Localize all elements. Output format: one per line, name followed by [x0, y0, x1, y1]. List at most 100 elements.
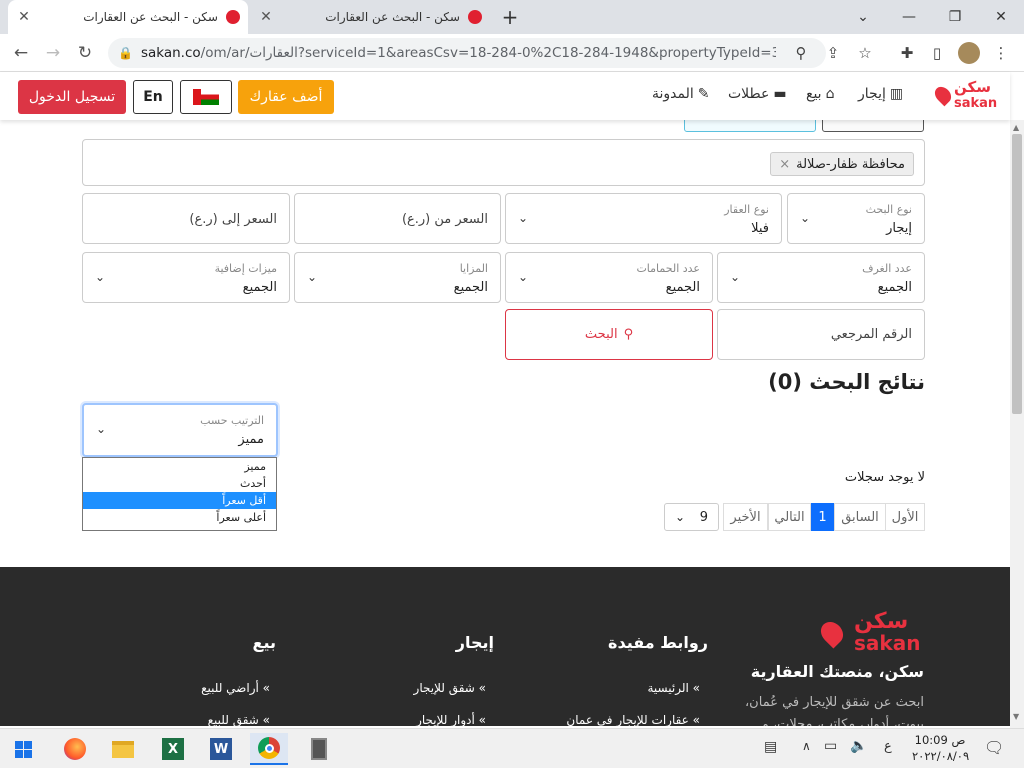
scrollbar-thumb[interactable]	[1012, 134, 1022, 414]
reload-icon[interactable]: ↻	[70, 38, 100, 68]
side-panel-icon[interactable]: ▯	[922, 38, 952, 68]
remove-tag-icon[interactable]: ×	[779, 157, 790, 172]
search-type-select[interactable]: نوع البحث إيجار ⌄	[787, 193, 925, 244]
sakan-logo[interactable]: سكن sakan	[930, 78, 1000, 114]
sort-option[interactable]: أحدث	[83, 475, 276, 492]
property-type-select[interactable]: نوع العقار فيلا ⌄	[505, 193, 782, 244]
tray-chevron-icon[interactable]: ∧	[802, 739, 811, 753]
zoom-icon[interactable]: ⚲	[786, 38, 816, 68]
reference-input[interactable]: الرقم المرجعي	[717, 309, 925, 360]
chrome-icon[interactable]	[250, 733, 288, 765]
footer-link[interactable]: » شقق للإيجار	[414, 681, 486, 695]
minimize-icon[interactable]: —	[886, 0, 932, 34]
bed-icon: ▬	[773, 86, 787, 102]
excel-icon[interactable]: X	[154, 733, 192, 765]
sort-option[interactable]: أعلى سعراً	[83, 509, 276, 526]
price-from-input[interactable]: السعر من (ر.ع)	[294, 193, 501, 244]
search-button[interactable]: ⚲ البحث	[505, 309, 713, 360]
firefox-icon[interactable]	[56, 733, 94, 765]
pagination-last[interactable]: الأخير	[723, 503, 768, 531]
notifications-icon[interactable]: 🗨	[984, 738, 1004, 757]
news-widget-icon[interactable]: ▤	[764, 739, 777, 755]
sakan-favicon-icon	[468, 10, 482, 24]
address-bar[interactable]: 🔒 sakan.co/om/ar/العقارات?serviceId=1&ar…	[108, 38, 826, 68]
sort-select[interactable]: الترتيب حسب مميز ⌄	[82, 403, 278, 457]
footer-link[interactable]: » شقق للبيع	[208, 713, 270, 726]
tab-active[interactable]: ✕ سكن - البحث عن العقارات	[8, 0, 248, 34]
sort-dropdown-list: مميز أحدث أقل سعراً أعلى سعراً	[82, 457, 277, 531]
footer-logo: سكن sakan	[816, 609, 924, 655]
clock[interactable]: ص 10:09 ٢٠٢٢/٠٨/٠٩	[912, 732, 969, 764]
close-tab-icon[interactable]: ✕	[16, 9, 32, 25]
clipped-button-map[interactable]	[684, 120, 816, 132]
browser-tab-strip: ✕ سكن - البحث عن العقارات ✕ سكن - البحث …	[0, 0, 1024, 34]
results-title: نتائج البحث (0)	[768, 370, 925, 394]
footer-col-title: إيجار	[455, 633, 494, 652]
restore-icon[interactable]: ❐	[932, 0, 978, 34]
logo-pin-icon	[816, 617, 848, 649]
pagination-next[interactable]: التالي	[768, 503, 811, 531]
chevron-down-icon: ⌄	[675, 510, 686, 524]
baths-select[interactable]: عدد الحمامات الجميع ⌄	[505, 252, 713, 303]
nav-sale[interactable]: ⌂ بيع	[806, 86, 834, 102]
chevron-down-icon: ⌄	[518, 270, 529, 284]
menu-icon[interactable]: ⋮	[986, 38, 1016, 68]
tab-inactive[interactable]: ✕ سكن - البحث عن العقارات	[250, 0, 490, 34]
page-size-select[interactable]: ⌄ 9	[664, 503, 719, 531]
language-button[interactable]: En	[133, 80, 173, 114]
footer-tagline: سكن، منصتك العقارية	[750, 662, 924, 681]
extensions-icon[interactable]: ✚	[892, 38, 922, 68]
network-icon[interactable]: ▭	[824, 738, 837, 754]
scroll-up-icon[interactable]: ▲	[1013, 123, 1019, 132]
sakan-favicon-icon	[226, 10, 240, 24]
chevron-down-icon: ⌄	[95, 270, 106, 284]
location-input[interactable]: محافظة ظفار-صلالة ×	[82, 139, 925, 186]
chevron-down-icon: ⌄	[518, 211, 529, 225]
pagination-current[interactable]: 1	[811, 503, 834, 531]
nav-holidays[interactable]: ▬ عطلات	[728, 86, 787, 102]
pagination-prev[interactable]: السابق	[834, 503, 886, 531]
share-icon[interactable]: ⇪	[818, 38, 848, 68]
footer-col-title: روابط مفيدة	[608, 633, 708, 652]
site-header: سكن sakan ▥ إيجار ⌂ بيع ▬ عطلات ✎ المدونة أض…	[0, 72, 1010, 120]
footer-link[interactable]: » عقارات للإيجار في عمان	[566, 713, 700, 726]
new-tab-button[interactable]: +	[498, 5, 522, 29]
nav-rent[interactable]: ▥ إيجار	[858, 86, 903, 102]
url-host: sakan.co	[140, 45, 201, 61]
nav-blog[interactable]: ✎ المدونة	[652, 86, 710, 102]
search-icon: ⚲	[623, 327, 634, 342]
chevron-down-icon: ⌄	[730, 270, 741, 284]
close-window-icon[interactable]: ✕	[978, 0, 1024, 34]
pagination-first[interactable]: الأول	[885, 503, 925, 531]
scroll-down-icon[interactable]: ▼	[1013, 712, 1019, 721]
volume-icon[interactable]: 🔈	[850, 738, 867, 754]
price-to-input[interactable]: السعر إلى (ر.ع)	[82, 193, 290, 244]
clipped-button[interactable]	[822, 120, 924, 132]
login-button[interactable]: تسجيل الدخول	[18, 80, 126, 114]
oman-flag-button[interactable]	[180, 80, 232, 114]
extras-select[interactable]: ميزات إضافية الجميع ⌄	[82, 252, 290, 303]
sort-option[interactable]: مميز	[83, 458, 276, 475]
logo-pin-icon	[931, 83, 955, 107]
sort-option-highlighted[interactable]: أقل سعراً	[83, 492, 276, 509]
rooms-select[interactable]: عدد الغرف الجميع ⌄	[717, 252, 925, 303]
file-explorer-icon[interactable]	[104, 733, 142, 765]
profile-avatar[interactable]	[954, 38, 984, 68]
footer-link[interactable]: » أراضي للبيع	[201, 681, 270, 695]
tab-search-icon[interactable]: ⌄	[840, 0, 886, 34]
bookmark-star-icon[interactable]: ☆	[850, 38, 880, 68]
forward-icon[interactable]: →	[38, 38, 68, 68]
add-property-button[interactable]: أضف عقارك	[238, 80, 334, 114]
footer-desc: بيوت، أدوار، مكاتب، محلات، و	[762, 717, 925, 726]
calculator-icon[interactable]	[300, 733, 338, 765]
browser-toolbar: ← → ↻ 🔒 sakan.co/om/ar/العقارات?serviceI…	[0, 34, 1024, 72]
word-icon[interactable]: W	[202, 733, 240, 765]
input-language[interactable]: ع	[884, 739, 892, 754]
close-tab-icon[interactable]: ✕	[258, 9, 274, 25]
page-scrollbar[interactable]: ▲ ▼	[1010, 120, 1024, 728]
features-select[interactable]: المزايا الجميع ⌄	[294, 252, 501, 303]
back-icon[interactable]: ←	[6, 38, 36, 68]
footer-link[interactable]: » الرئيسية	[648, 681, 701, 695]
windows-start-icon[interactable]	[4, 733, 42, 765]
footer-link[interactable]: » أدوار للإيجار	[416, 713, 486, 726]
